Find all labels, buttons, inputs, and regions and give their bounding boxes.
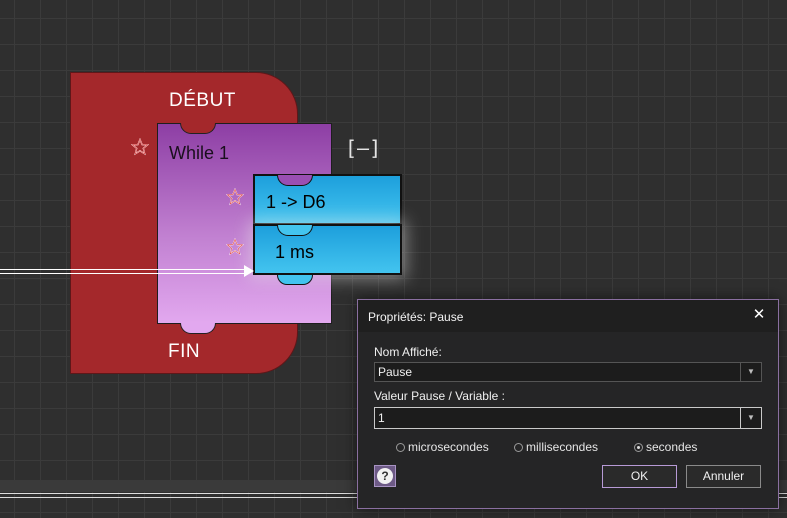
radio-secondes[interactable]: secondes (634, 439, 697, 455)
radio-dot[interactable] (514, 442, 523, 452)
pause-block[interactable]: 1 ms (253, 224, 402, 285)
dialog-title: Propriétés: Pause (368, 310, 464, 324)
digital-write-block[interactable]: 1 -> D6 (253, 174, 402, 225)
properties-dialog: Propriétés: Pause ✕ Nom Affiché: Pause ▼… (357, 299, 779, 509)
unit-radio-group: microsecondes millisecondes secondes (396, 439, 766, 455)
pause-value-label: Valeur Pause / Variable : (374, 389, 505, 403)
star-icon[interactable] (226, 238, 244, 256)
block-top-notch (277, 225, 313, 236)
block-top-notch (277, 175, 313, 186)
display-name-combobox[interactable]: Pause ▼ (374, 362, 762, 382)
connection-wire (0, 269, 248, 274)
pause-value-combobox[interactable]: 1 ▼ (374, 407, 762, 429)
while-label: While 1 (169, 143, 230, 163)
while-top-notch (180, 123, 216, 134)
block-bottom-notch (277, 275, 313, 285)
help-icon: ? (377, 468, 393, 484)
star-icon[interactable] (226, 188, 244, 206)
radio-millisecondes[interactable]: millisecondes (514, 439, 598, 455)
dialog-titlebar[interactable]: Propriétés: Pause ✕ (358, 300, 778, 332)
radio-label: millisecondes (526, 440, 599, 454)
radio-label: secondes (646, 440, 698, 454)
fin-label: FIN (168, 341, 201, 362)
collapse-while-button[interactable]: [–] (345, 137, 381, 161)
star-icon[interactable] (131, 138, 149, 156)
block-label: 1 ms (275, 242, 315, 262)
help-button[interactable]: ? (374, 465, 396, 487)
close-icon[interactable]: ✕ (750, 306, 768, 324)
block-label: 1 -> D6 (266, 192, 326, 212)
display-name-label: Nom Affiché: (374, 345, 442, 359)
debut-label: DÉBUT (169, 90, 236, 111)
ok-button[interactable]: OK (602, 465, 677, 488)
radio-dot-selected[interactable] (634, 442, 643, 452)
pause-value-text: 1 (378, 411, 385, 425)
arrow-right-icon (244, 265, 254, 277)
radio-label: microsecondes (408, 440, 489, 454)
while-bottom-notch (180, 323, 216, 334)
radio-dot[interactable] (396, 442, 405, 452)
cancel-button[interactable]: Annuler (686, 465, 761, 488)
display-name-value: Pause (378, 365, 413, 379)
chevron-down-icon[interactable]: ▼ (740, 363, 761, 381)
radio-microsecondes[interactable]: microsecondes (396, 439, 489, 455)
chevron-down-icon[interactable]: ▼ (740, 408, 761, 428)
